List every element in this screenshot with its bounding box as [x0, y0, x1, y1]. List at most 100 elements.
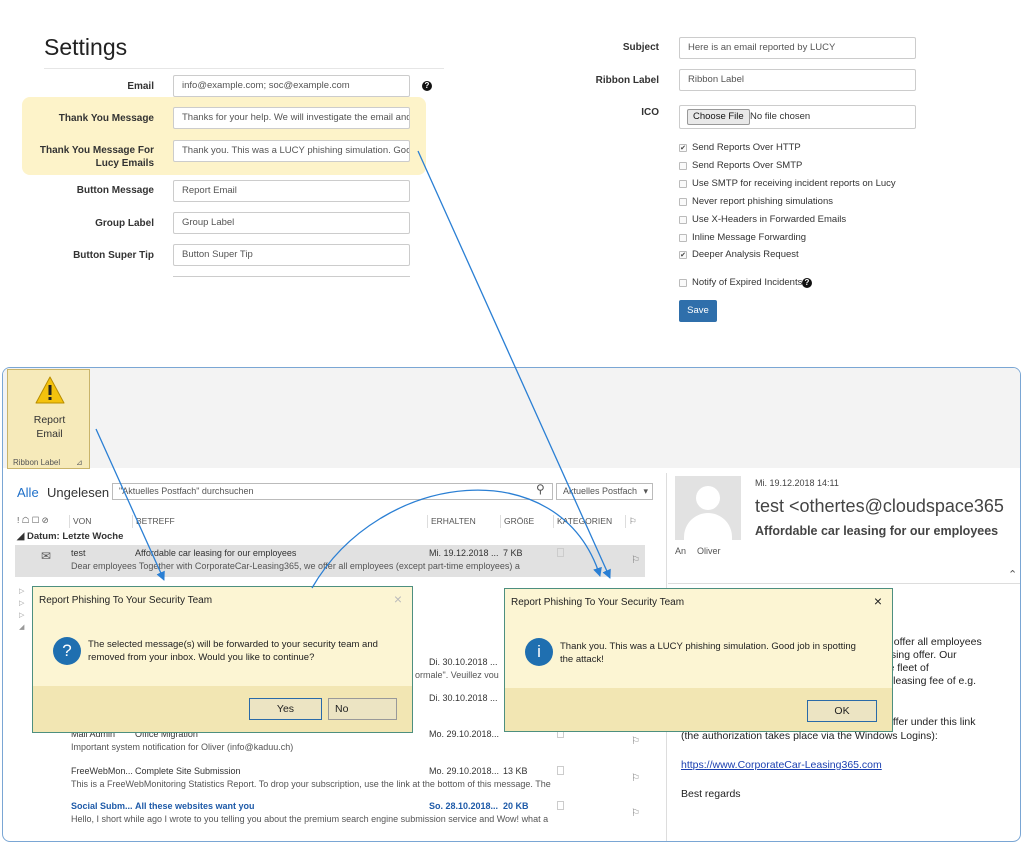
dialog-text: Thank you. This was a LUCY phishing simu… — [560, 640, 856, 666]
report-email-button[interactable]: Report Email Ribbon Label ⊿ — [7, 369, 90, 469]
mail-date: So. 28.10.2018... — [429, 801, 499, 811]
mail-subject: All these websites want you — [135, 801, 255, 811]
body-line: y leasing fee of e.g. — [885, 675, 977, 687]
save-button[interactable]: Save — [679, 300, 717, 322]
checkbox-label: Never report phishing simulations — [692, 196, 833, 207]
help-icon[interactable]: ? — [422, 81, 432, 91]
reading-date: Mi. 19.12.2018 14:11 — [755, 478, 839, 488]
ribbon-group-label: Ribbon Label — [13, 458, 61, 467]
header-divider — [668, 583, 1020, 584]
to-label: An — [675, 546, 687, 556]
body-line: asing offer. Our — [885, 649, 957, 661]
dialog-text-line: Thank you. This was a LUCY phishing simu… — [560, 641, 856, 652]
expand-icon[interactable]: ⊿ — [76, 458, 83, 467]
close-icon[interactable]: × — [394, 591, 402, 607]
chevron-down-icon: ▾ — [643, 486, 648, 496]
checkbox-icon[interactable] — [679, 216, 687, 224]
checkbox-icon[interactable] — [679, 234, 687, 242]
group-label-label: Group Label — [95, 218, 154, 229]
expand-arrows[interactable]: ▷ ▷ ▷ ◢ — [19, 586, 24, 634]
warning-icon — [35, 376, 65, 404]
subject-field[interactable]: Here is an email reported by LUCY — [679, 37, 916, 59]
ribbon: Report Email Ribbon Label ⊿ — [3, 368, 1020, 469]
checkbox-icon[interactable]: ✔ — [679, 251, 687, 259]
checkbox-label: Use SMTP for receiving incident reports … — [692, 178, 896, 189]
body-line: re fleet of — [885, 662, 929, 674]
button-message-label: Button Message — [76, 185, 154, 196]
table-row[interactable]: ✉ test Affordable car leasing for our em… — [15, 545, 645, 577]
table-row[interactable]: Social Subm... All these websites want y… — [15, 798, 645, 830]
search-icon[interactable]: ⚲ — [536, 482, 545, 496]
email-field[interactable]: info@example.com; soc@example.com — [173, 75, 410, 97]
column-icons[interactable]: ! ☖ ☐ ⊘ — [17, 515, 49, 526]
checkbox-icon[interactable] — [679, 180, 687, 188]
flag-icon[interactable]: ⚐ — [631, 808, 640, 819]
dialog-text-line: The selected message(s) will be forwarde… — [88, 639, 378, 650]
avatar — [675, 476, 741, 540]
collapse-icon: ◢ — [17, 531, 27, 542]
mail-from: Social Subm... — [71, 801, 133, 811]
column-received[interactable]: ERHALTEN — [427, 515, 476, 528]
mail-size: 20 KB — [503, 801, 529, 811]
dialog-text: The selected message(s) will be forwarde… — [88, 638, 378, 664]
mail-from: FreeWebMon... — [71, 766, 133, 776]
lure-link[interactable]: https://www.CorporateCar-Leasing365.com — [681, 759, 882, 771]
column-subject[interactable]: BETREFF — [132, 515, 175, 528]
checkbox-label: Inline Message Forwarding — [692, 232, 807, 243]
button-super-tip-field[interactable]: Button Super Tip — [173, 244, 410, 266]
filter-unread[interactable]: Ungelesen — [47, 485, 109, 500]
help-icon[interactable]: ? — [802, 278, 812, 288]
no-button[interactable]: No — [328, 698, 397, 720]
column-size[interactable]: GRÖßE — [500, 515, 534, 528]
thank-you-field[interactable]: Thanks for your help. We will investigat… — [173, 107, 410, 129]
checkbox-icon[interactable]: ✔ — [679, 144, 687, 152]
search-input[interactable]: "Aktuelles Postfach" durchsuchen — [112, 483, 553, 500]
ribbon-label-field[interactable]: Ribbon Label — [679, 69, 916, 91]
mail-from: test — [71, 548, 86, 558]
envelope-icon: ✉ — [41, 549, 52, 563]
flag-icon[interactable]: ⚐ — [631, 736, 640, 747]
flag-column-icon[interactable]: ⚐ — [625, 515, 637, 528]
ok-button[interactable]: OK — [807, 700, 877, 722]
settings-title: Settings — [44, 34, 128, 60]
thank-you-lucy-field[interactable]: Thank you. This was a LUCY phishing simu… — [173, 140, 410, 162]
category-box[interactable] — [557, 548, 564, 557]
table-row[interactable]: FreeWebMon... Complete Site Submission M… — [15, 763, 645, 795]
checkbox-label: Send Reports Over HTTP — [692, 142, 801, 153]
checkbox-icon[interactable] — [679, 279, 687, 287]
column-from[interactable]: VON — [69, 515, 91, 528]
checkbox-label: Deeper Analysis Request — [692, 249, 799, 260]
column-categories[interactable]: KATEGORIEN — [553, 515, 612, 528]
group-header[interactable]: ◢ Datum: Letzte Woche — [17, 531, 123, 542]
close-icon[interactable]: × — [874, 593, 882, 609]
mail-preview: Dear employees Together with CorporateCa… — [71, 561, 520, 571]
category-box[interactable] — [557, 801, 564, 810]
flag-icon[interactable]: ⚐ — [631, 555, 640, 566]
mail-preview: This is a FreeWebMonitoring Statistics R… — [71, 779, 551, 789]
confirm-dialog: Report Phishing To Your Security Team × … — [32, 586, 413, 733]
reading-subject: Affordable car leasing for our employees — [755, 524, 999, 538]
search-scope-select[interactable]: Aktuelles Postfach ▾ — [556, 483, 653, 500]
group-label-field[interactable]: Group Label — [173, 212, 410, 234]
dialog-title: Report Phishing To Your Security Team — [511, 597, 685, 608]
choose-file-button[interactable]: Choose File — [687, 109, 750, 125]
checkbox-label: Send Reports Over SMTP — [692, 160, 803, 171]
reading-body: e offer all employees asing offer. Our r… — [885, 636, 982, 688]
chevron-up-icon[interactable]: ⌃ — [1008, 568, 1017, 581]
subject-label: Subject — [622, 42, 659, 53]
button-message-field[interactable]: Report Email — [173, 180, 410, 202]
button-super-tip-label: Button Super Tip — [73, 250, 154, 261]
filter-all[interactable]: Alle — [17, 485, 39, 500]
mail-preview: Hello, I short while ago I wrote to you … — [71, 814, 549, 824]
checkbox-icon[interactable] — [679, 198, 687, 206]
checkbox-icon[interactable] — [679, 162, 687, 170]
email-label: Email — [36, 428, 63, 440]
yes-button[interactable]: Yes — [249, 698, 322, 720]
dialog-title: Report Phishing To Your Security Team — [39, 595, 213, 606]
mail-subject: Affordable car leasing for our employees — [135, 548, 297, 558]
group-label: Datum: Letzte Woche — [26, 531, 124, 542]
flag-icon[interactable]: ⚐ — [631, 773, 640, 784]
email-label: Email — [127, 81, 154, 92]
category-box[interactable] — [557, 766, 564, 775]
mail-size: 7 KB — [503, 548, 523, 558]
